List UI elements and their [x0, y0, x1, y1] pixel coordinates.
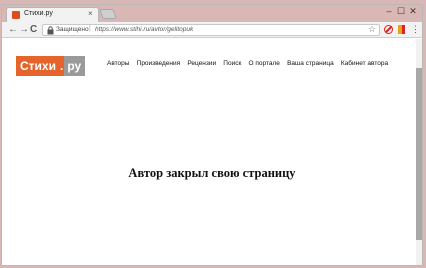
extension-flag-icon[interactable] [398, 25, 405, 34]
tab-stihi[interactable]: Стихи.ру × [6, 7, 99, 22]
tab-title: Стихи.ру [24, 10, 53, 17]
url-separator: | [89, 25, 91, 32]
maximize-button[interactable]: ☐ [395, 6, 407, 17]
logo-main: Стихи [16, 56, 60, 76]
browser-toolbar: ← → C Защищено | https://www.stihi.ru/av… [2, 22, 422, 38]
browser-menu-icon[interactable]: ⋮ [411, 23, 420, 35]
lock-icon [47, 26, 54, 35]
tab-strip: Стихи.ру × – ☐ ✕ [2, 5, 422, 22]
nav-item-reviews[interactable]: Рецензии [187, 60, 216, 67]
secure-label: Защищено [56, 26, 89, 33]
new-tab-button[interactable] [99, 9, 117, 19]
nav-item-authors[interactable]: Авторы [107, 60, 129, 67]
nav-item-search[interactable]: Поиск [223, 60, 241, 67]
nav-item-author-cabinet[interactable]: Кабинет автора [341, 60, 388, 67]
forward-button[interactable]: → [19, 23, 29, 36]
nav-item-works[interactable]: Произведения [137, 60, 181, 67]
bookmark-star-icon[interactable]: ☆ [368, 24, 376, 35]
window-controls: – ☐ ✕ [383, 6, 419, 17]
reload-button[interactable]: C [30, 23, 37, 36]
address-bar[interactable]: Защищено | https://www.stihi.ru/avtor/ge… [42, 24, 380, 36]
extension-block-icon[interactable] [384, 25, 393, 34]
nav-item-about[interactable]: О портале [249, 60, 280, 67]
url-text[interactable]: https://www.stihi.ru/avtor/gelitopuk [95, 26, 193, 33]
scrollbar-thumb[interactable] [416, 68, 422, 240]
back-button[interactable]: ← [8, 23, 18, 36]
site-nav: Авторы Произведения Рецензии Поиск О пор… [107, 60, 395, 67]
logo-suffix: ру [64, 56, 86, 76]
browser-window: Стихи.ру × – ☐ ✕ ← → C Защищено | https://… [1, 4, 423, 266]
minimize-button[interactable]: – [383, 6, 395, 16]
page-content: Стихи. ру Авторы Произведения Рецензии По… [2, 39, 422, 265]
page-scrollbar[interactable] [416, 39, 422, 265]
close-window-button[interactable]: ✕ [407, 6, 419, 17]
site-logo[interactable]: Стихи. ру [16, 56, 86, 76]
site-favicon-icon [12, 11, 20, 19]
nav-item-your-page[interactable]: Ваша страница [287, 60, 334, 67]
page-headline: Автор закрыл свою страницу [128, 166, 296, 180]
tab-close-icon[interactable]: × [88, 9, 93, 19]
